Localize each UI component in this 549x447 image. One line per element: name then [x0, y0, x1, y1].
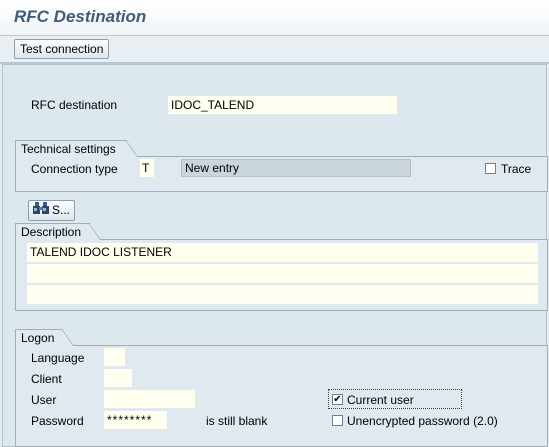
description-tab: Description: [15, 223, 101, 240]
password-status-text: is still blank: [206, 414, 268, 428]
logon-title: Logon: [21, 331, 55, 345]
rfc-destination-field[interactable]: IDOC_TALEND: [168, 96, 397, 114]
binoculars-icon: [33, 201, 49, 220]
technical-settings-tab: Technical settings: [15, 140, 138, 157]
search-button-label: S...: [52, 203, 71, 217]
test-connection-button[interactable]: Test connection: [14, 39, 110, 59]
description-line-3[interactable]: [27, 285, 538, 304]
trace-label: Trace: [501, 162, 532, 176]
user-field[interactable]: [104, 390, 195, 408]
current-user-label: Current user: [347, 393, 414, 407]
trace-checkbox[interactable]: [485, 163, 496, 174]
client-field[interactable]: [104, 369, 132, 387]
connection-type-description: New entry: [181, 159, 411, 177]
technical-settings-title: Technical settings: [21, 142, 116, 156]
logon-group: [15, 345, 548, 447]
language-label: Language: [31, 351, 85, 365]
description-title: Description: [21, 225, 82, 239]
unencrypted-password-label: Unencrypted password (2.0): [347, 414, 498, 428]
description-line-2[interactable]: [27, 264, 538, 283]
connection-type-field[interactable]: T: [140, 159, 154, 177]
description-line-1[interactable]: TALEND IDOC LISTENER: [27, 243, 538, 262]
search-button[interactable]: S...: [28, 200, 76, 221]
language-field[interactable]: [104, 348, 125, 366]
logon-tab: Logon: [15, 329, 74, 346]
page-title: RFC Destination: [14, 7, 147, 26]
user-label: User: [31, 393, 57, 407]
unencrypted-password-checkbox[interactable]: [332, 415, 343, 426]
current-user-checkbox[interactable]: ✔: [332, 394, 343, 405]
password-label: Password: [31, 414, 84, 428]
rfc-destination-label: RFC destination: [31, 98, 118, 112]
connection-type-label: Connection type: [31, 162, 118, 176]
client-label: Client: [31, 372, 62, 386]
password-field[interactable]: ********: [104, 411, 167, 429]
